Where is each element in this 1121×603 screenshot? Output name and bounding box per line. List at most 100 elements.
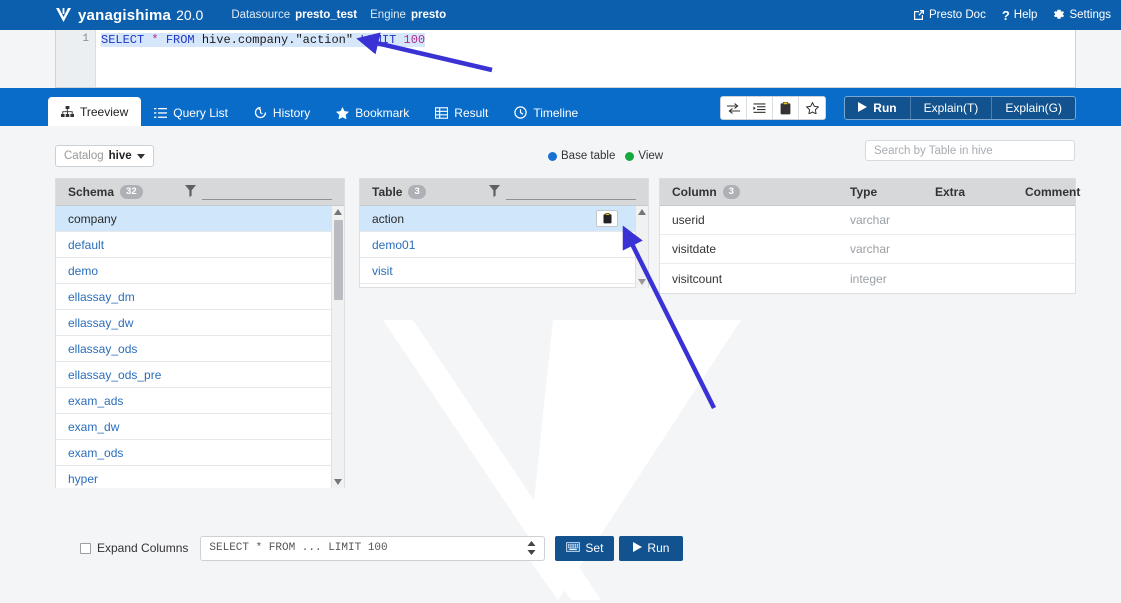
list-item[interactable]: ellassay_ods_pre	[56, 362, 344, 388]
schema-item-label: company	[68, 211, 117, 226]
list-item[interactable]: demo	[56, 258, 344, 284]
tab-query-list[interactable]: Query List	[141, 99, 241, 126]
clipboard-icon[interactable]	[773, 97, 800, 119]
table-panel: Table 3 action demo01 visit	[359, 178, 649, 288]
datasource-label: Datasource	[231, 9, 291, 21]
copy-clipboard-button[interactable]	[596, 210, 618, 227]
explain-t-label: Explain(T)	[923, 101, 979, 115]
table-filter-input[interactable]	[506, 185, 636, 200]
schema-panel-title: Schema	[68, 185, 115, 199]
token-limit: LIMIT	[360, 33, 397, 47]
list-item[interactable]: exam_ads	[56, 388, 344, 414]
legend-view-dot	[625, 151, 635, 161]
schema-scrollbar[interactable]	[331, 206, 344, 488]
schema-item-label: ellassay_dw	[68, 315, 134, 330]
schema-scrollbar-thumb[interactable]	[334, 220, 343, 300]
play-icon	[633, 541, 643, 555]
table-list: action demo01 visit	[360, 206, 648, 288]
schema-filter-input[interactable]	[202, 185, 332, 200]
top-navbar: yanagishima 20.0 Datasource presto_test …	[0, 0, 1121, 30]
schema-panel: Schema 32 company default demo ellassay_…	[55, 178, 345, 488]
list-item[interactable]: action	[360, 206, 648, 232]
clock-icon	[514, 106, 528, 119]
scroll-down-arrow-icon[interactable]	[332, 476, 344, 488]
run-query-label: Run	[647, 541, 670, 555]
tab-treeview[interactable]: Treeview	[48, 97, 142, 126]
question-icon: ?	[1001, 7, 1010, 23]
table-item-label: demo01	[372, 237, 416, 252]
list-item[interactable]: demo01	[360, 232, 648, 258]
column-panel: Column 3 Type Extra Comment userid varch…	[659, 178, 1081, 294]
list-item[interactable]: ellassay_ods	[56, 336, 344, 362]
tabs-container: Treeview Query List History Bookmark Res…	[48, 88, 591, 126]
editor-code-area[interactable]: SELECT * FROM hive.company."action" LIMI…	[96, 30, 1075, 87]
sitemap-icon	[61, 105, 74, 118]
expand-columns-checkbox[interactable]: Expand Columns	[80, 541, 188, 555]
query-template-value: SELECT * FROM ... LIMIT 100	[209, 542, 388, 554]
editor-gutter: 1	[56, 30, 96, 87]
column-name-cell: visitcount	[672, 271, 723, 286]
list-item[interactable]: hyper	[56, 466, 344, 488]
sql-editor[interactable]: 1 SELECT * FROM hive.company."action" LI…	[55, 30, 1076, 88]
list-item[interactable]: exam_dw	[56, 414, 344, 440]
gear-icon	[1053, 9, 1065, 21]
presto-doc-link[interactable]: Presto Doc	[913, 9, 986, 21]
query-template-select[interactable]: SELECT * FROM ... LIMIT 100	[200, 535, 546, 561]
table-item-label: visit	[372, 263, 393, 278]
token-quoted-table: "action"	[295, 33, 354, 47]
explain-t-button[interactable]: Explain(T)	[910, 97, 993, 119]
legend-view-label: View	[638, 150, 664, 162]
tab-history[interactable]: History	[241, 99, 323, 126]
filter-icon[interactable]	[185, 184, 196, 200]
list-item[interactable]: ellassay_dm	[56, 284, 344, 310]
run-button-group: Run Explain(T) Explain(G)	[844, 96, 1076, 120]
schema-item-label: hyper	[68, 471, 99, 486]
tab-result[interactable]: Result	[422, 99, 501, 126]
tab-timeline-label: Timeline	[533, 105, 579, 120]
run-button-label: Run	[873, 101, 897, 115]
table-row: userid varchar	[660, 206, 1075, 235]
help-link[interactable]: ? Help	[1002, 8, 1038, 23]
list-item[interactable]: visit	[360, 258, 648, 284]
schema-item-label: ellassay_ods_pre	[68, 367, 162, 382]
schema-item-label: demo	[68, 263, 99, 278]
schema-item-label: exam_ods	[68, 445, 124, 460]
list-item[interactable]: exam_ods	[56, 440, 344, 466]
token-identifier: hive.company.	[201, 33, 296, 47]
token-from: FROM	[165, 33, 195, 47]
swap-icon[interactable]	[721, 97, 748, 119]
star-outline-icon[interactable]	[799, 97, 826, 119]
scroll-up-arrow-icon[interactable]	[636, 206, 648, 218]
scroll-up-arrow-icon[interactable]	[332, 206, 344, 218]
catalog-selector[interactable]: Catalog hive	[55, 145, 154, 167]
run-query-button[interactable]: Run	[619, 535, 684, 561]
settings-link[interactable]: Settings	[1053, 9, 1111, 21]
list-item[interactable]: ellassay_dw	[56, 310, 344, 336]
table-panel-title: Table	[372, 185, 403, 199]
tab-history-label: History	[272, 105, 311, 120]
brand-version: 20.0	[176, 7, 204, 23]
explain-g-label: Explain(G)	[1005, 101, 1062, 115]
token-star: *	[151, 33, 159, 47]
brand[interactable]: yanagishima 20.0	[55, 7, 203, 24]
table-item-label: action	[372, 211, 405, 226]
list-item[interactable]: default	[56, 232, 344, 258]
format-indent-icon[interactable]	[747, 97, 774, 119]
engine-label: Engine	[370, 9, 406, 21]
tab-timeline[interactable]: Timeline	[501, 99, 591, 126]
tab-bar: Treeview Query List History Bookmark Res…	[0, 88, 1121, 126]
set-button[interactable]: Set	[555, 535, 615, 561]
table-icon	[435, 106, 449, 119]
tab-bookmark[interactable]: Bookmark	[323, 99, 422, 126]
column-type-cell: varchar	[850, 242, 891, 256]
scroll-down-arrow-icon[interactable]	[636, 276, 648, 288]
list-item[interactable]: company	[56, 206, 344, 232]
column-type-cell: integer	[850, 271, 887, 286]
filter-icon[interactable]	[489, 184, 500, 200]
list-icon	[154, 107, 168, 119]
comment-header-cell: Comment	[1025, 185, 1081, 199]
table-scrollbar[interactable]	[635, 206, 648, 288]
run-button[interactable]: Run	[845, 97, 911, 119]
search-input[interactable]	[865, 140, 1075, 161]
explain-g-button[interactable]: Explain(G)	[992, 97, 1075, 119]
